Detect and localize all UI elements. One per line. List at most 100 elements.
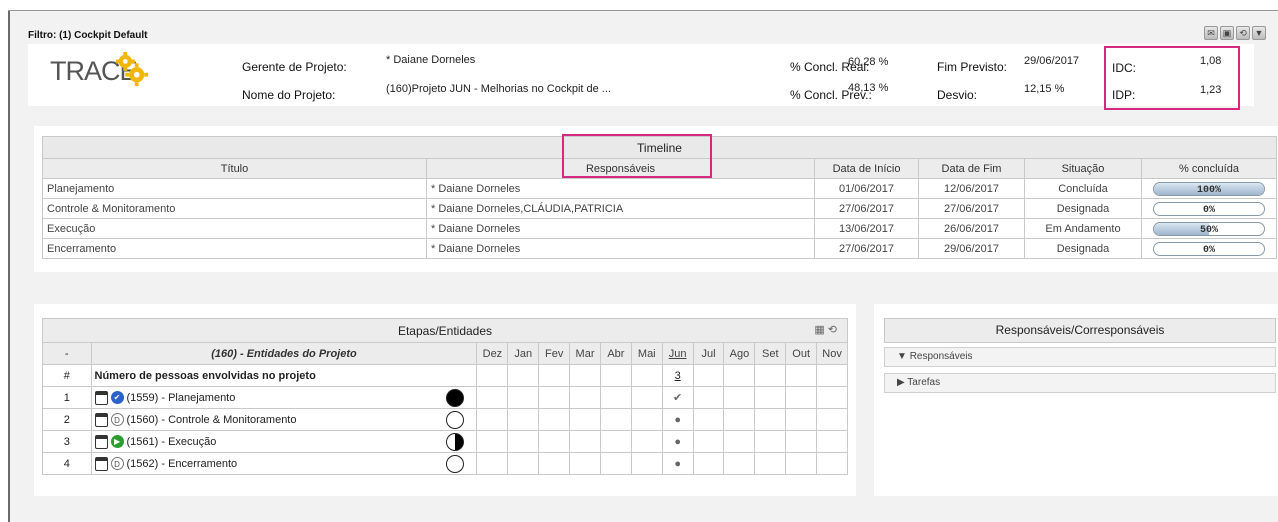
table-row[interactable]: Execução * Daiane Dorneles 13/06/2017 26… [42,218,1277,239]
tarefas-group-label: Tarefas [907,377,941,388]
filter-icon[interactable]: ▼ [1252,26,1266,40]
progress-bar: 0% [1153,201,1265,216]
project-header: TRACE [28,44,1254,106]
row-fim: 12/06/2017 [918,178,1025,199]
row-titulo: Controle & Monitoramento [42,198,427,219]
grid-options-icon[interactable]: ▦ ⟲ [814,323,837,336]
month-jan: Jan [507,342,540,365]
fim-previsto-value: 29/06/2017 [1024,55,1080,67]
table-row[interactable]: Controle & Monitoramento * Daiane Dornel… [42,198,1277,219]
col-dash: - [42,342,92,365]
document-icon[interactable] [94,390,108,405]
row-hash: # [42,364,92,387]
col-situacao[interactable]: Situação [1024,158,1142,179]
gerente-label: Gerente de Projeto: [242,60,347,74]
row-fim: 27/06/2017 [918,198,1025,219]
row-inicio: 27/06/2017 [814,198,919,219]
row-inicio: 01/06/2017 [814,178,919,199]
col-data-fim[interactable]: Data de Fim [918,158,1025,179]
filter-title: Filtro: (1) Cockpit Default [28,30,148,41]
month-jul: Jul [692,342,725,365]
row-situacao: Concluída [1024,178,1142,199]
designated-icon: D [110,413,124,426]
row-titulo: Encerramento [42,238,427,259]
table-row[interactable]: Planejamento * Daiane Dorneles 01/06/201… [42,178,1277,199]
row-responsaveis: * Daiane Dorneles [426,238,815,259]
month-mai: Mai [630,342,663,365]
table-row[interactable]: 2 D (1560) - Controle & Monitoramento ● [42,408,848,431]
progress-empty-circle-icon [445,454,464,473]
chevron-right-icon: ▶ [897,377,908,388]
col-entidades: (160) - Entidades do Projeto [90,342,478,365]
entity-label[interactable]: (1562) - Encerramento [127,457,238,469]
jun-mark: ✔ [661,386,694,409]
month-jun[interactable]: Jun [661,342,694,365]
progress-full-circle-icon [445,388,464,407]
table-row[interactable]: Encerramento * Daiane Dorneles 27/06/201… [42,238,1277,259]
progress-bar: 0% [1153,241,1265,256]
pessoas-count[interactable]: 3 [661,364,694,387]
jun-mark: ● [661,452,694,475]
row-number: 2 [42,408,92,431]
row-situacao: Designada [1024,198,1142,219]
col-data-inicio[interactable]: Data de Início [814,158,919,179]
col-pct-concluida[interactable]: % concluída [1141,158,1277,179]
toolbar: ✉ ▣ ⟲ ▼ [1204,26,1266,40]
responsaveis-group[interactable]: ▼ Responsáveis [884,347,1276,367]
month-out: Out [785,342,818,365]
responsaveis-title: Responsáveis/Corresponsáveis [884,318,1276,343]
month-abr: Abr [599,342,632,365]
document-icon[interactable] [94,412,108,427]
progress-bar: 50% [1153,221,1265,236]
row-responsaveis: * Daiane Dorneles [426,218,815,239]
progress-empty-circle-icon [445,410,464,429]
entity-label[interactable]: (1559) - Planejamento [127,391,236,403]
desvio-label: Desvio: [937,88,978,102]
nome-projeto-value: (160)Projeto JUN - Melhorias no Cockpit … [386,83,611,95]
progress-bar: 100% [1153,181,1265,196]
tarefas-group[interactable]: ▶ Tarefas [884,373,1276,393]
month-mar: Mar [569,342,601,365]
month-dez: Dez [476,342,509,365]
table-row[interactable]: 3 ▶ (1561) - Execução ● [42,430,848,453]
designated-icon: D [110,457,124,470]
progress-label: 100% [1196,184,1221,196]
col-titulo[interactable]: Título [42,158,427,179]
progress-half-circle-icon [445,432,464,451]
gerente-value: * Daiane Dorneles [386,54,476,66]
document-icon[interactable] [94,456,108,471]
chevron-down-icon: ▼ [897,351,910,362]
month-set: Set [754,342,787,365]
row-fim: 26/06/2017 [918,218,1025,239]
refresh-icon[interactable]: ⟲ [1236,26,1250,40]
row-number: 3 [42,430,92,453]
fim-previsto-label: Fim Previsto: [937,60,1008,74]
month-fev: Fev [538,342,571,365]
row-titulo: Planejamento [42,178,427,199]
play-icon: ▶ [110,435,124,448]
table-row[interactable]: 1 ✔ (1559) - Planejamento ✔ [42,386,848,409]
row-situacao: Designada [1024,238,1142,259]
row-responsaveis: * Daiane Dorneles [426,178,815,199]
email-icon[interactable]: ✉ [1204,26,1218,40]
etapas-table: Etapas/Entidades ▦ ⟲ - (160) - Entidades… [42,318,848,475]
save-icon[interactable]: ▣ [1220,26,1234,40]
row-fim: 29/06/2017 [918,238,1025,259]
jun-mark: ● [661,408,694,431]
etapas-title: Etapas/Entidades [397,323,493,338]
month-ago: Ago [723,342,756,365]
progress-label: 0% [1202,204,1215,216]
entity-label[interactable]: (1560) - Controle & Monitoramento [127,413,297,425]
desvio-value: 12,15 % [1024,83,1065,95]
row-inicio: 13/06/2017 [814,218,919,239]
idc-idp-highlight [1104,46,1240,110]
entity-label[interactable]: (1561) - Execução [127,435,217,447]
row-situacao: Em Andamento [1024,218,1142,239]
row-titulo: Execução [42,218,427,239]
document-icon[interactable] [94,434,108,449]
table-row[interactable]: 4 D (1562) - Encerramento ● [42,452,848,475]
jun-mark: ● [661,430,694,453]
pessoas-label: Número de pessoas envolvidas no projeto [90,364,478,387]
concl-real-value: 60,28 % [848,56,889,68]
concl-prev-value: 48,13 % [848,82,889,94]
